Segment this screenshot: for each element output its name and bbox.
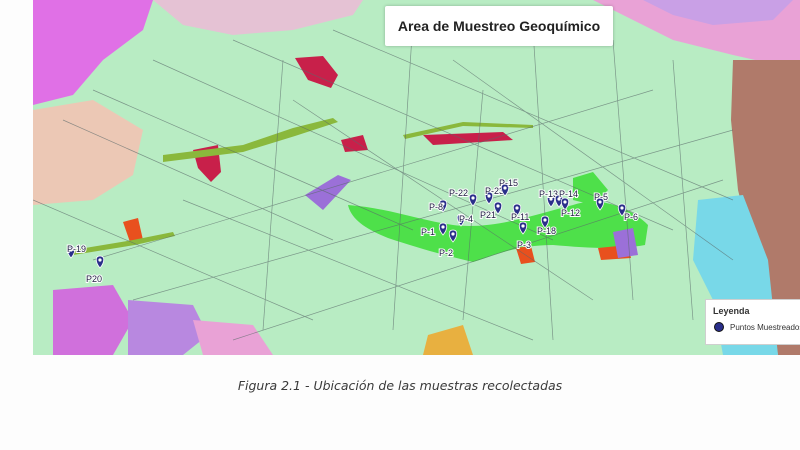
- map-pin-dot: [515, 206, 519, 210]
- sample-point-label: P-3: [517, 240, 531, 250]
- map-pin-dot: [471, 196, 475, 200]
- sample-point-label: P-14: [559, 189, 578, 199]
- sample-point-p-8[interactable]: P-8: [428, 199, 448, 213]
- sample-point-label: P-11: [511, 212, 529, 222]
- sample-point-label: P-15: [499, 178, 518, 188]
- map-pin-dot: [98, 258, 102, 262]
- map-pin-dot: [451, 232, 455, 236]
- figure: P-19 P20 P-1 P-2 P-4 P-8 P-22 P-23 P-15 P21 P-11 P-…: [0, 0, 800, 450]
- legend-sample-point-icon: [714, 322, 724, 332]
- sample-point-label: P-18: [537, 226, 556, 236]
- geologic-map: P-19 P20 P-1 P-2 P-4 P-8 P-22 P-23 P-15 P21 P-11 P-…: [33, 0, 800, 355]
- map-title: Area de Muestreo Geoquímico: [385, 6, 613, 46]
- figure-caption: Figura 2.1 - Ubicación de las muestras r…: [237, 378, 563, 393]
- sample-point-label: P-12: [561, 208, 580, 218]
- sample-point-label: P-19: [67, 244, 86, 254]
- sample-point-label: P21: [480, 210, 496, 220]
- sample-point-label: P-1: [421, 227, 435, 237]
- sample-point-label: P-8: [429, 202, 443, 212]
- sample-point-label: P-5: [594, 192, 608, 202]
- map-pin-dot: [441, 225, 445, 229]
- sample-point-label: P-2: [439, 248, 453, 258]
- map-pin-dot: [563, 200, 567, 204]
- sample-point-label: P-22: [449, 188, 468, 198]
- legend-title: Leyenda: [713, 306, 750, 316]
- map-pin-dot: [496, 204, 500, 208]
- map-pin-dot: [543, 218, 547, 222]
- map-pin-dot: [620, 206, 624, 210]
- sample-point-label: P-6: [624, 212, 638, 222]
- legend-item-label: Puntos Muestreados: [730, 322, 800, 332]
- map-pin-dot: [521, 224, 525, 228]
- legend-item: Puntos Muestreados: [714, 322, 800, 332]
- sample-point-label: P-4: [459, 214, 473, 224]
- map-legend: Leyenda Puntos Muestreados: [705, 299, 800, 345]
- sample-point-label: P20: [86, 274, 102, 284]
- geologic-map-canvas: P-19P20P-1P-2P-4P-8P-22 P-23P-15P21 P-11P-…: [33, 0, 800, 355]
